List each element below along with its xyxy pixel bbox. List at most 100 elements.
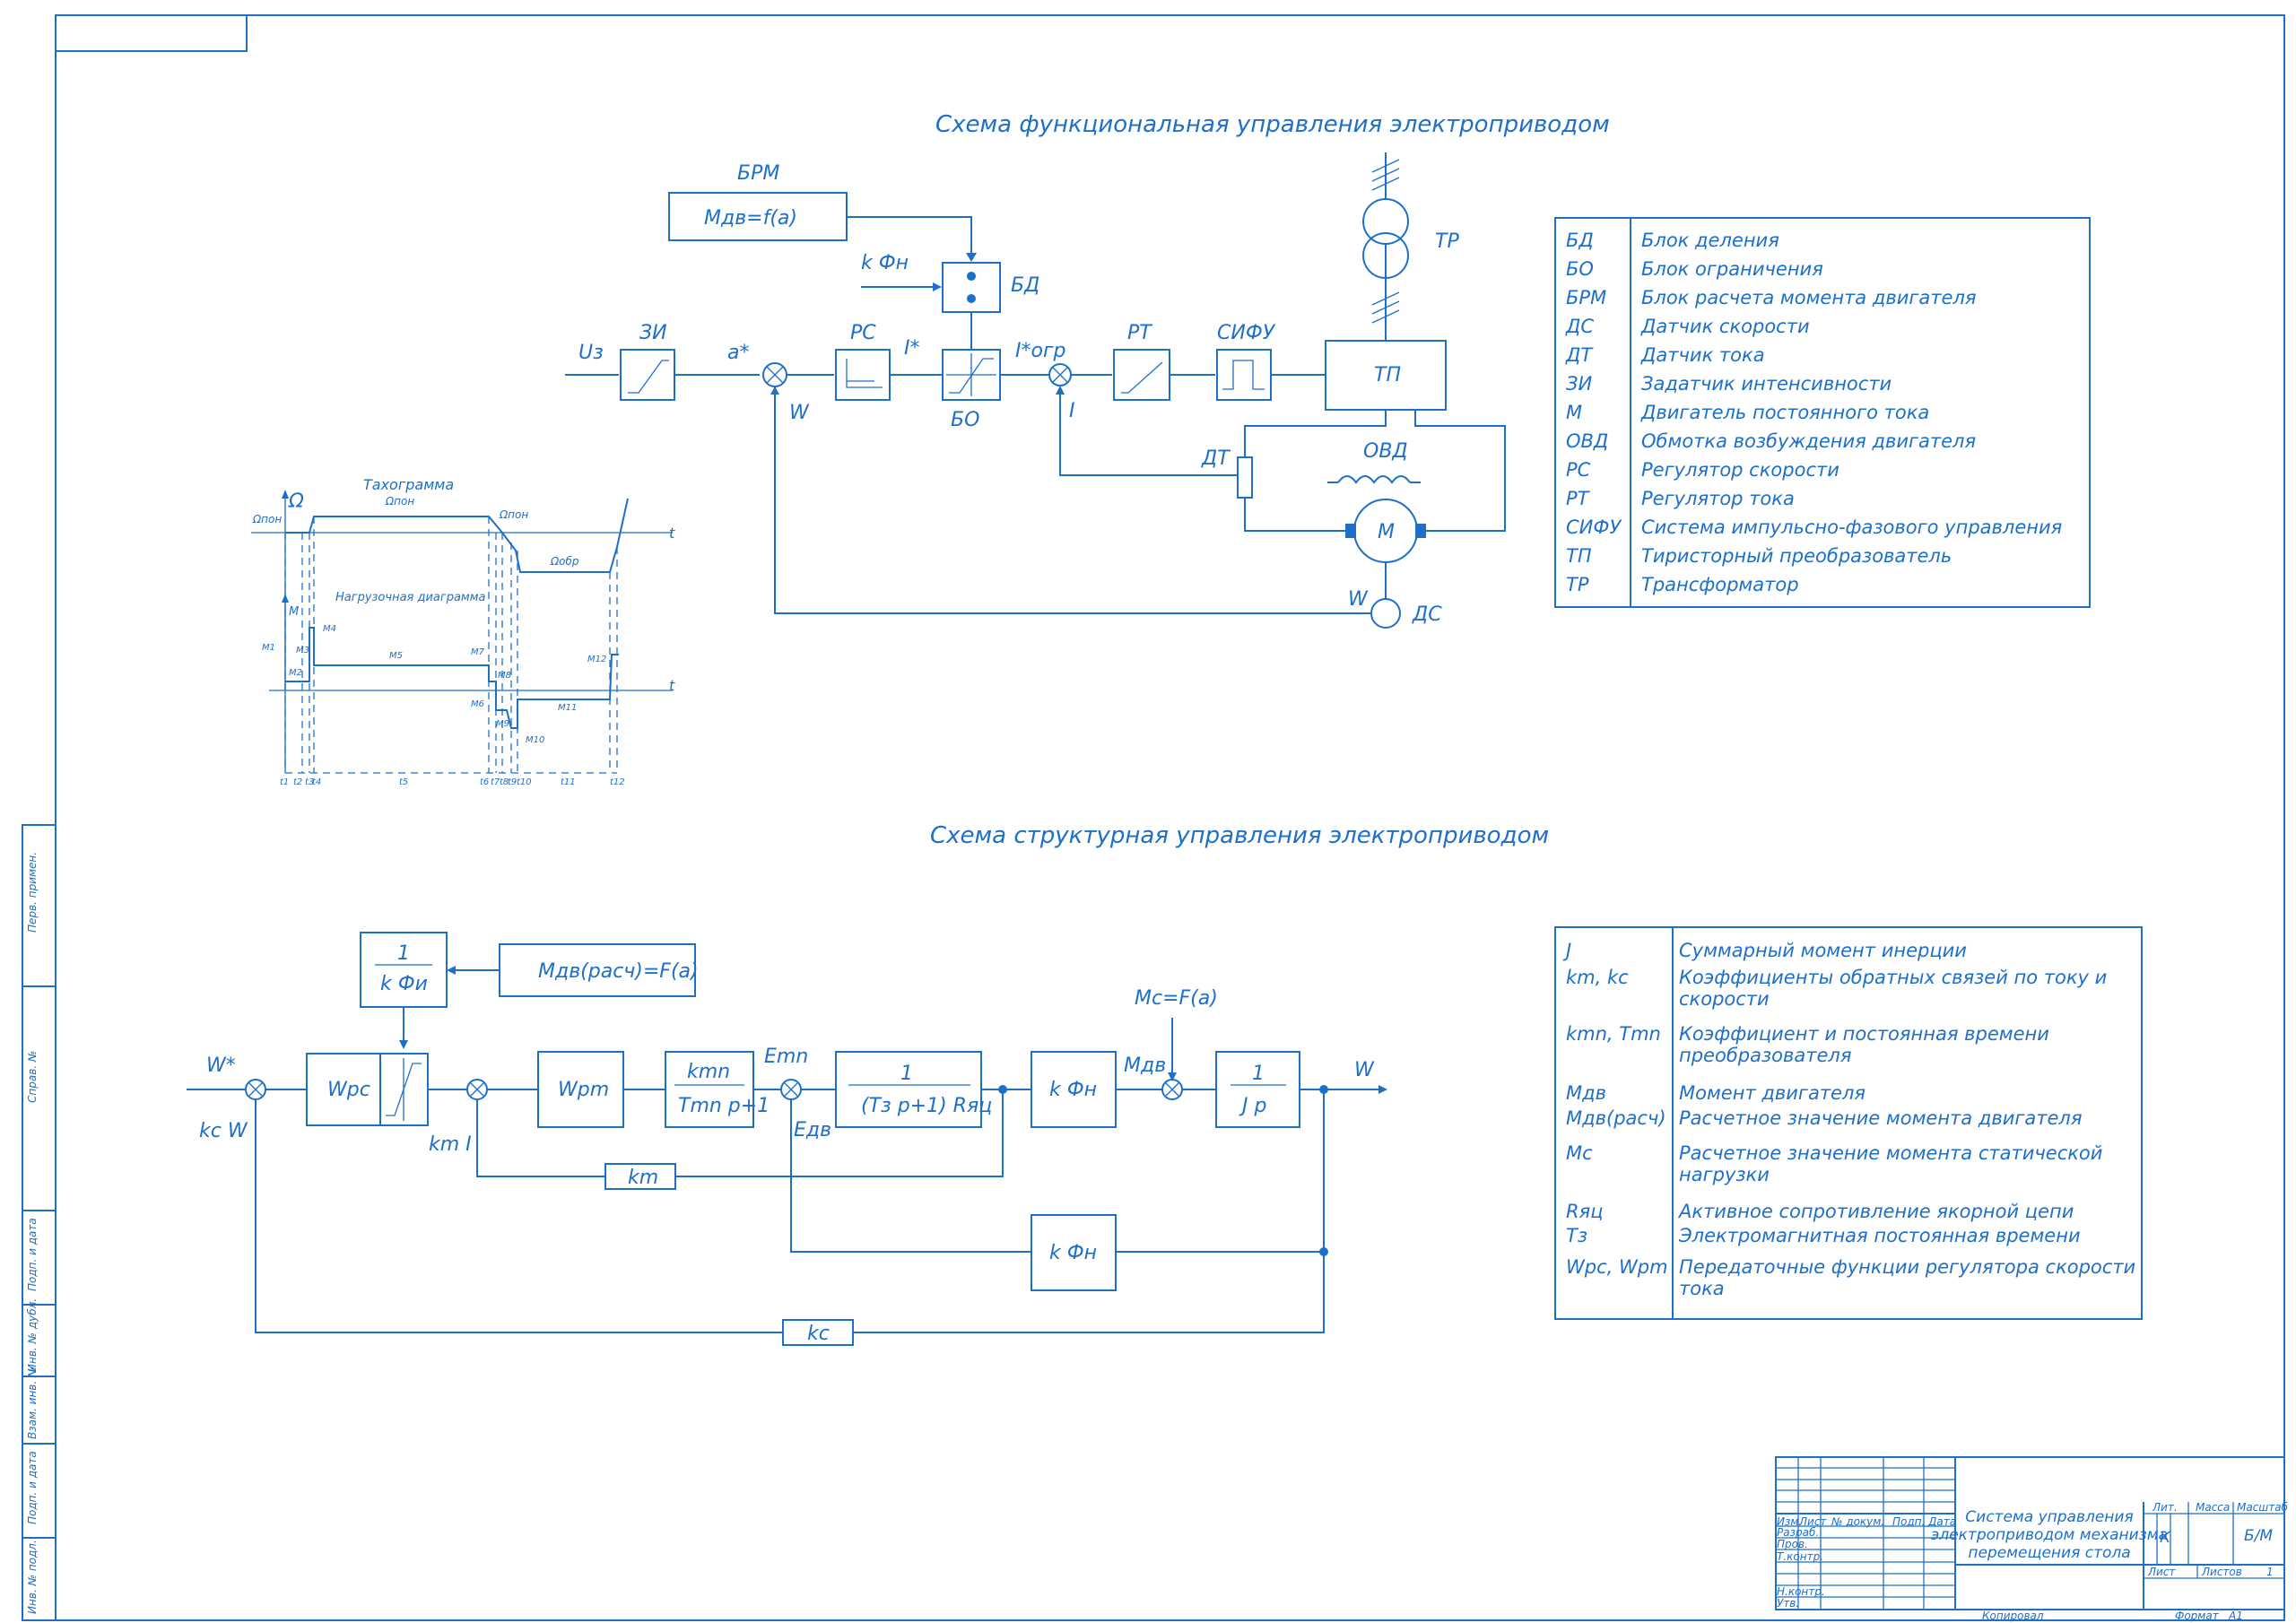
bd-block xyxy=(942,262,1001,313)
kc-label: kc xyxy=(807,1323,830,1345)
legend1-text: Обмотка возбуждения двигателя xyxy=(1641,430,1976,452)
functional-diagram: БРМ Мдв=f(a) k Фн БД Uз ЗИ a* W РС I* БО… xyxy=(565,152,1506,629)
legend1-code: М xyxy=(1566,402,1582,423)
legend2-code: Мдв(расч) xyxy=(1566,1107,1666,1129)
arm-num: 1 xyxy=(900,1063,913,1085)
legend1-text: Регулятор скорости xyxy=(1641,459,1839,481)
stamp-razrab: Разраб. xyxy=(1777,1526,1819,1539)
m5-label: M5 xyxy=(389,651,403,661)
ue-label: Uз xyxy=(578,342,604,364)
legend2-text: тока xyxy=(1679,1278,1725,1299)
legend2-code: Тз xyxy=(1566,1225,1587,1246)
legend2-text: Расчетное значение момента статической xyxy=(1679,1142,2102,1164)
t-axis-1: t xyxy=(669,525,675,542)
time-tick-label: t1 xyxy=(280,777,289,787)
rs-label: РС xyxy=(850,322,876,344)
side-label-5: Взам. инв. № xyxy=(26,1367,39,1439)
legend1-text: Регулятор тока xyxy=(1641,488,1795,509)
omega-pon-right: Ωпон xyxy=(499,508,528,521)
tr-label: ТР xyxy=(1435,230,1459,253)
w-label: W xyxy=(789,402,810,424)
structural-scheme-title: Схема структурная управления электроприв… xyxy=(930,822,1549,849)
divider-num: 1 xyxy=(397,942,410,965)
title-block: Изм. Лист № докум. Подп. Дата Разраб. Пр… xyxy=(1775,1456,2289,1610)
legend1-code: ОВД xyxy=(1566,430,1608,452)
outer-frame xyxy=(55,14,2285,1621)
ovd-label: ОВД xyxy=(1363,440,1408,463)
legend2-text: Момент двигателя xyxy=(1679,1082,1866,1104)
time-tick-label: t4 xyxy=(312,777,321,787)
time-tick-label: t9 xyxy=(508,777,517,787)
legend2-code: J xyxy=(1562,940,1571,961)
omega-pon-left: Ωпон xyxy=(252,513,282,525)
time-tick-label: t2 xyxy=(293,777,302,787)
sifu-block xyxy=(1216,349,1272,401)
m10-label: M10 xyxy=(526,735,544,745)
side-label-4: Инв. № дубл. xyxy=(26,1298,39,1372)
transformer-primary xyxy=(1362,198,1409,245)
legend2-text: преобразователя xyxy=(1679,1045,1851,1066)
structural-diagram: 1 k Фи Мдв(расч)=F(a) W* kc W Wpc km I W… xyxy=(187,932,1387,1346)
legend2-code: Wpc, Wpm xyxy=(1566,1256,1668,1278)
legend1-code: РС xyxy=(1566,459,1591,481)
legend1-text: Задатчик интенсивности xyxy=(1641,373,1892,395)
legend2-code: Rяц xyxy=(1566,1201,1604,1222)
stamp-title-1: Система управления xyxy=(1965,1508,2133,1526)
time-tick-label: t6 xyxy=(480,777,489,787)
dt-label: ДТ xyxy=(1201,447,1231,470)
stamp-list-label: Лист xyxy=(2147,1566,2176,1578)
legend2-text: Коэффициент и постоянная времени xyxy=(1679,1023,2049,1045)
legend1-code: ЗИ xyxy=(1566,373,1592,395)
legend1-code: ТП xyxy=(1566,545,1592,567)
m1-label: M1 xyxy=(262,643,275,653)
omega-axis-label: Ω xyxy=(288,490,304,513)
stamp-title-3: перемещения стола xyxy=(1968,1544,2130,1562)
stamp-nkontr: Н.контр. xyxy=(1777,1585,1825,1598)
tacho-title: Тахограмма xyxy=(363,476,454,493)
divider-den: k Фи xyxy=(380,973,428,995)
legend2-text: Передаточные функции регулятора скорости xyxy=(1679,1256,2135,1278)
side-label-7: Инв. № подл. xyxy=(26,1540,39,1614)
legend2-text: Активное сопротивление якорной цепи xyxy=(1677,1201,2074,1222)
side-label-2: Справ. № xyxy=(26,1051,39,1103)
stamp-massa: Масса xyxy=(2196,1501,2230,1514)
stamp-title-2: электроприводом механизма xyxy=(1931,1526,2168,1544)
stamp-prov: Пров. xyxy=(1777,1538,1808,1550)
ovd-winding xyxy=(1337,475,1411,484)
legend2-code: km, kc xyxy=(1566,967,1629,988)
legend1-code: СИФУ xyxy=(1566,516,1622,538)
brm-label: БРМ xyxy=(737,162,779,185)
km-label: km xyxy=(628,1167,658,1189)
side-label-3: Подп. и дата xyxy=(26,1218,39,1291)
mdv-label: Мдв xyxy=(1124,1055,1166,1077)
legend1-text: Блок расчета момента двигателя xyxy=(1641,287,1977,308)
edv-label: Eдв xyxy=(794,1119,831,1141)
drawing-sheet: Перв. примен. Справ. № Подп. и дата Инв.… xyxy=(22,14,2289,1622)
stamp-lit: Лит. xyxy=(2152,1501,2178,1514)
inert-den: J p xyxy=(1239,1095,1266,1117)
legend-structural: J Суммарный момент инерции km, kc Коэффицие… xyxy=(1554,926,2143,1320)
legend1-text: Трансформатор xyxy=(1641,574,1799,595)
legend2-text: Суммарный момент инерции xyxy=(1679,940,1967,961)
stamp-listov-label: Листов xyxy=(2201,1566,2242,1578)
km-i-label: km I xyxy=(429,1133,472,1156)
kfn-label: k Фн xyxy=(861,252,909,274)
legend2-text: Электромагнитная постоянная времени xyxy=(1678,1225,2081,1246)
time-tick-label: t10 xyxy=(517,777,532,787)
rt-label: РТ xyxy=(1127,322,1152,344)
m4-label: M4 xyxy=(323,624,336,634)
ktp-num: kmn xyxy=(687,1061,730,1083)
time-tick-label: t12 xyxy=(610,777,625,787)
legend1-text: Датчик скорости xyxy=(1640,316,1810,337)
legend1-code: РТ xyxy=(1566,488,1591,509)
legend2-text: нагрузки xyxy=(1679,1164,1770,1185)
i-label: I xyxy=(1069,400,1075,422)
bo-label: БО xyxy=(951,409,979,431)
m8-label: M8 xyxy=(498,671,511,681)
motor-label: М xyxy=(1378,521,1395,543)
legend1-text: Блок деления xyxy=(1641,230,1779,251)
w-out-label: W xyxy=(1354,1059,1375,1081)
m7-label: M7 xyxy=(471,647,485,657)
omega-obr: Ωобр xyxy=(550,555,579,568)
time-tick-label: t11 xyxy=(561,777,576,787)
